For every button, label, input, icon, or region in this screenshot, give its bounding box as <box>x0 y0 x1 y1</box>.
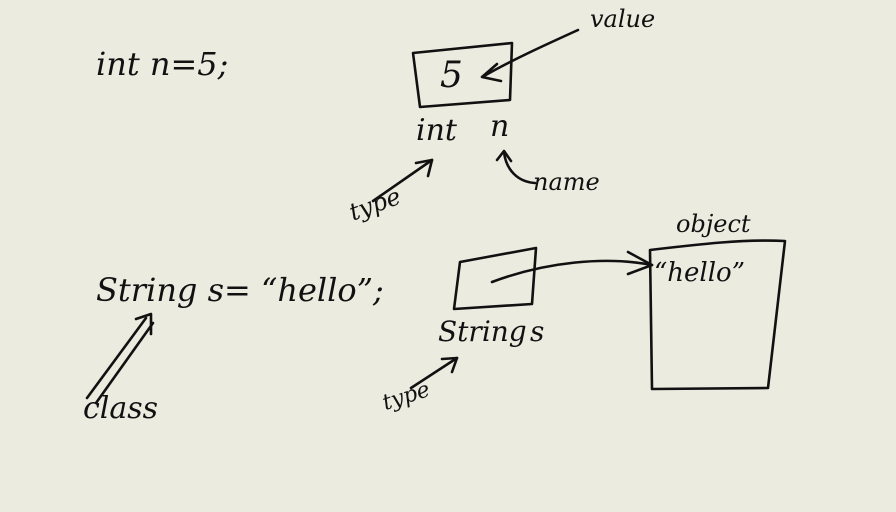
string-type-label: String <box>438 315 527 348</box>
whiteboard-diagram: int n=5; 5 value int n name type String … <box>0 0 896 512</box>
object-label: object <box>676 210 751 238</box>
class-arrow-left <box>85 316 148 400</box>
reference-arrow <box>490 259 654 284</box>
class-annotation: class <box>83 391 159 426</box>
int-var-name: n <box>490 109 510 144</box>
name-annotation: name <box>533 168 600 196</box>
int-declaration-statement: int n=5; <box>96 45 229 83</box>
object-value: “hello” <box>654 258 745 288</box>
string-var-name: s <box>530 315 545 348</box>
string-variable-box <box>452 246 538 311</box>
value-annotation: value <box>590 5 656 33</box>
value-arrow <box>482 28 580 78</box>
string-declaration-statement: String s= “hello”; <box>96 271 384 309</box>
int-box-value: 5 <box>440 55 463 96</box>
int-type-label: int <box>416 113 457 148</box>
